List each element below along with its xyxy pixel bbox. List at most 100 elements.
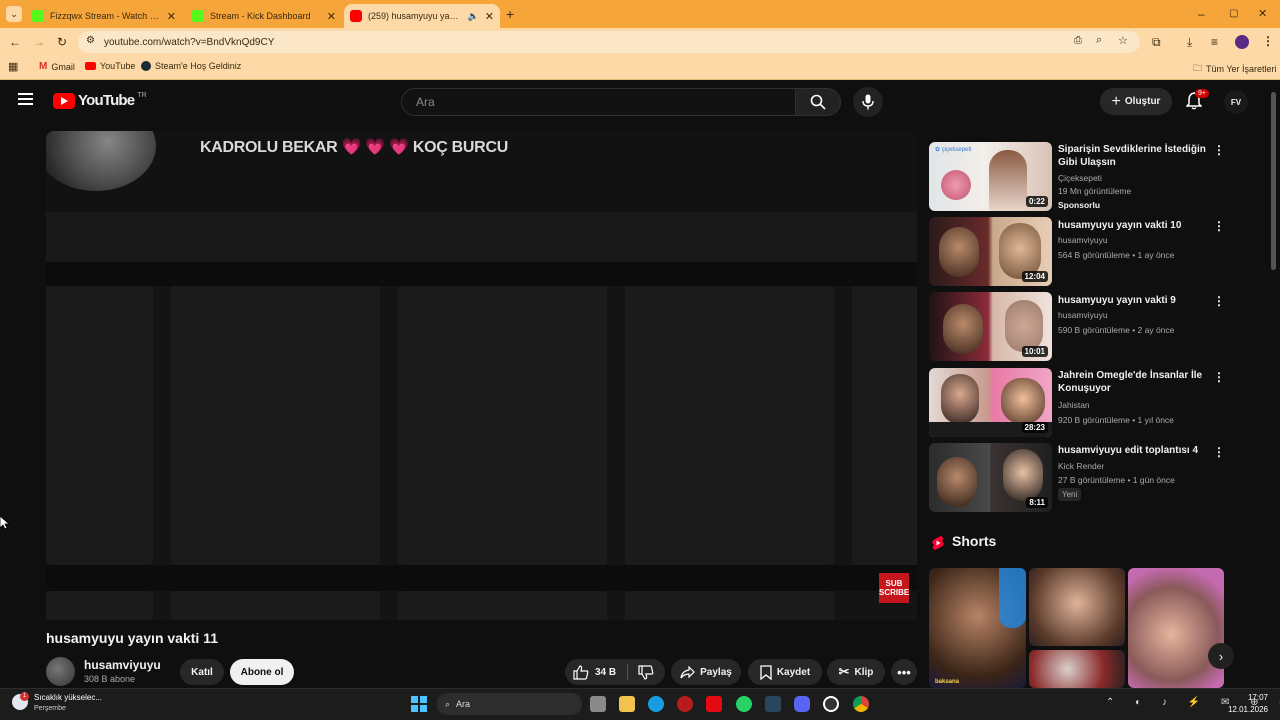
short-video-thumbnail[interactable]: baksana [929, 568, 1026, 688]
tab-kick-dashboard[interactable]: Stream - Kick Dashboard ✕ [186, 4, 342, 28]
channel-avatar[interactable] [46, 657, 75, 686]
clip-button[interactable]: ✂ Klip [827, 659, 885, 685]
taskbar-search[interactable]: ⌕ Ara [437, 693, 582, 715]
short-video-thumbnail[interactable] [1128, 568, 1224, 688]
tab-fizzqwx-stream[interactable]: Fizzqwx Stream - Watch Live on Kick ✕ [26, 4, 182, 28]
tab-close-icon[interactable]: ✕ [327, 10, 336, 23]
recommendation-title[interactable]: husamyuyu yayın vakti 9 [1058, 294, 1208, 307]
chrome-icon[interactable] [853, 696, 869, 712]
discord-icon[interactable] [794, 696, 810, 712]
recommendation-menu-icon[interactable]: ⋮ [1213, 371, 1225, 383]
media-control-icon[interactable]: ≡ [1211, 35, 1218, 49]
account-avatar[interactable]: FV [1224, 90, 1248, 114]
recommendation-menu-icon[interactable]: ⋮ [1213, 220, 1225, 232]
reload-icon[interactable]: ↻ [57, 35, 67, 49]
weather-icon[interactable]: 1 [12, 692, 29, 710]
window-close-icon[interactable]: ✕ [1258, 7, 1267, 21]
file-explorer-icon[interactable] [619, 696, 635, 712]
app-icon[interactable] [677, 696, 693, 712]
edge-icon[interactable] [648, 696, 664, 712]
search-button[interactable] [795, 88, 841, 116]
shorts-next-button[interactable]: › [1208, 643, 1234, 669]
join-label: Katıl [191, 666, 213, 678]
recommendation-menu-icon[interactable]: ⋮ [1213, 295, 1225, 307]
clock-time[interactable]: 17:07 [1214, 693, 1268, 702]
brand-mark: ✿ çiçeksepeti [935, 147, 972, 153]
folder-icon: 🗀 [1193, 63, 1203, 73]
short-video-thumbnail[interactable] [1029, 650, 1125, 688]
recommendation-title[interactable]: Jahrein Omegle'de İnsanlar İle Konuşuyor [1058, 369, 1208, 395]
download-icon[interactable]: ⤓ [1187, 35, 1192, 49]
person-figure [989, 150, 1027, 211]
bookmark-steam[interactable]: Steam'e Hoş Geldiniz [141, 61, 241, 71]
install-app-icon[interactable]: ⎙ [1074, 35, 1082, 46]
grid-cell [852, 286, 917, 565]
all-bookmarks[interactable]: 🗀 Tüm Yer İşaretleri [1193, 61, 1277, 77]
more-actions-button[interactable]: ••• [891, 659, 917, 685]
apps-grid-icon[interactable]: ▦ [8, 60, 18, 74]
windows-start-icon[interactable] [411, 696, 427, 712]
clip-label: Klip [854, 666, 874, 678]
recommendation-thumbnail[interactable]: 28:23 [929, 368, 1052, 437]
voice-search-button[interactable] [853, 87, 883, 117]
recommendation-title[interactable]: husamyuyu yayın vakti 10 [1058, 219, 1208, 232]
recommendation-thumbnail[interactable]: ✿ çiçeksepeti 0:22 [929, 142, 1052, 211]
recommendation-thumbnail[interactable]: 12:04 [929, 217, 1052, 286]
app-icon[interactable] [823, 696, 839, 712]
hamburger-menu-icon[interactable] [18, 93, 33, 105]
channel-name[interactable]: husamviyuyu [84, 658, 161, 672]
recommendation-channel[interactable]: Kick Render [1058, 461, 1104, 471]
zoom-icon[interactable]: ⌕ [1096, 34, 1102, 47]
recommendation-menu-icon[interactable]: ⋮ [1213, 144, 1225, 156]
tab-close-icon[interactable]: ✕ [485, 10, 494, 23]
subscribe-watermark[interactable]: SUB SCRIBE [879, 573, 909, 603]
profile-avatar[interactable] [1235, 35, 1249, 49]
short-video-thumbnail[interactable] [1029, 568, 1125, 646]
save-button[interactable]: Kaydet [748, 659, 822, 685]
join-button[interactable]: Katıl [180, 659, 224, 685]
chrome-menu-icon[interactable]: ⋮ [1262, 34, 1274, 48]
extensions-icon[interactable]: ⧉ [1152, 35, 1161, 49]
search-input[interactable]: Ara [401, 88, 796, 116]
recommendation-title[interactable]: Siparişin Sevdiklerine İstediğin Gibi Ul… [1058, 143, 1208, 169]
minimize-icon[interactable]: – [1198, 7, 1205, 21]
all-bookmarks-label: Tüm Yer İşaretleri [1206, 64, 1277, 74]
recommendation-channel[interactable]: Çiçeksepeti [1058, 173, 1102, 183]
bookmark-gmail[interactable]: M Gmail [39, 61, 75, 72]
recommendation-channel[interactable]: husamviyuyu [1058, 310, 1108, 320]
bookmark-star-icon[interactable]: ☆ [1118, 34, 1128, 47]
share-button[interactable]: Paylaş [671, 659, 741, 685]
subscribe-button[interactable]: Abone ol [230, 659, 294, 685]
recommendation-menu-icon[interactable]: ⋮ [1213, 446, 1225, 458]
task-view-icon[interactable] [590, 696, 606, 712]
subscribe-label: Abone ol [240, 666, 284, 678]
weather-text[interactable]: Sıcaklık yükselec... [34, 693, 102, 702]
whatsapp-icon[interactable] [736, 696, 752, 712]
like-button[interactable]: 34 B [573, 664, 616, 680]
tab-youtube-video[interactable]: (259) husamyuyu yayın vakti 11 🔈 ✕ [344, 4, 500, 28]
thumbs-down-icon[interactable] [638, 664, 654, 680]
steam-icon[interactable] [765, 696, 781, 712]
back-icon[interactable]: ← [9, 35, 21, 49]
forward-icon[interactable]: → [33, 35, 45, 49]
create-button[interactable]: + Oluştur [1100, 88, 1172, 115]
recommendation-thumbnail[interactable]: 8:11 [929, 443, 1052, 512]
youtube-logo[interactable]: YouTube TR [53, 92, 147, 109]
recommendation-title[interactable]: husamviyuyu edit toplantısı 4 [1058, 444, 1208, 457]
recommendation-channel[interactable]: Jahistan [1058, 400, 1090, 410]
recommendation-channel[interactable]: husamviyuyu [1058, 235, 1108, 245]
tab-close-icon[interactable]: ✕ [167, 10, 176, 23]
new-tab-icon[interactable]: + [506, 7, 514, 21]
recommendation-thumbnail[interactable]: 10:01 [929, 292, 1052, 361]
url-field[interactable]: ⚙ youtube.com/watch?v=BndVknQd9CY ⎙ ⌕ ☆ [78, 31, 1140, 53]
netflix-icon[interactable] [706, 696, 722, 712]
page-scrollbar[interactable] [1271, 92, 1276, 270]
site-info-icon[interactable]: ⚙ [86, 35, 95, 46]
bookmark-youtube[interactable]: YouTube [85, 61, 135, 71]
tab-search-icon[interactable]: ⌄ [6, 6, 22, 22]
video-band [46, 262, 917, 286]
maximize-icon[interactable]: ▢ [1229, 7, 1238, 21]
speaker-icon[interactable]: 🔈 [468, 11, 479, 22]
notifications-button[interactable]: 9+ [1185, 89, 1209, 115]
video-player[interactable]: KADROLU BEKAR 💗 💗 💗 KOÇ BURCU SUB SCRIBE [46, 131, 917, 620]
